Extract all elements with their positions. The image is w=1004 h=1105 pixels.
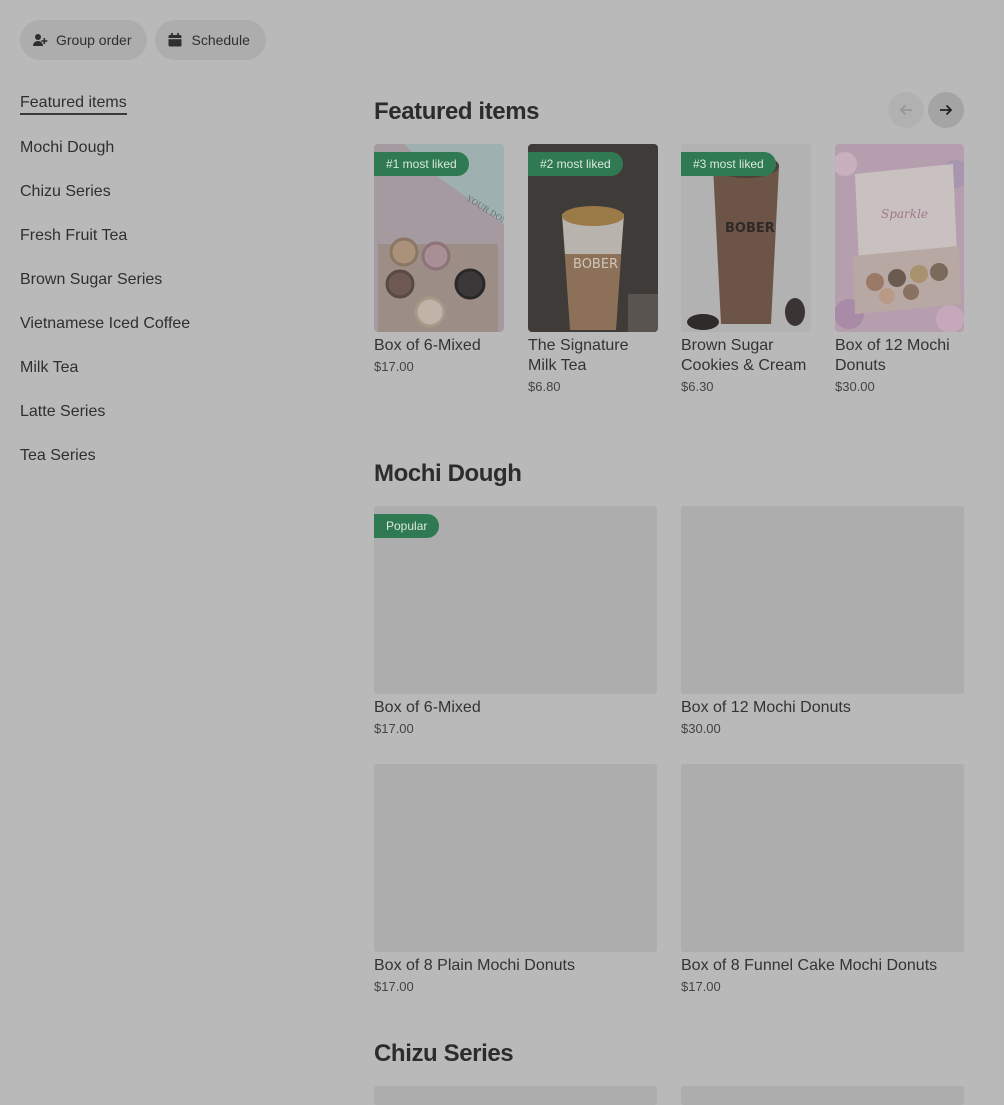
svg-text:Sparkle: Sparkle	[881, 207, 928, 221]
store-menu-page: Group order Schedule Featured items Moch…	[0, 0, 1004, 1105]
menu-item-name: Box of 12 Mochi Donuts	[681, 699, 851, 716]
menu-item-card[interactable]	[681, 1086, 964, 1105]
sidebar-item-label: Milk Tea	[20, 359, 79, 376]
menu-main: Featured items YOUR DONUT #1 most liked …	[374, 90, 964, 1105]
featured-item-price: $6.80	[528, 379, 561, 394]
sidebar-item-milk-tea[interactable]: Milk Tea	[20, 346, 320, 390]
product-image: Sparkle	[835, 144, 964, 332]
svg-text:BOBER: BOBER	[725, 221, 775, 236]
menu-item-card[interactable]: Box of 8 Funnel Cake Mochi Donuts $17.00	[681, 764, 964, 994]
popular-badge: Popular	[374, 514, 440, 538]
menu-item-price: $17.00	[374, 721, 414, 736]
top-actions: Group order Schedule	[20, 20, 266, 60]
featured-item-price: $6.30	[681, 379, 714, 394]
chizu-series-section: Chizu Series	[374, 1040, 964, 1105]
sidebar-item-label: Vietnamese Iced Coffee	[20, 315, 191, 332]
featured-card[interactable]: BOBER #2 most liked The Signature Milk T…	[528, 144, 658, 394]
sidebar-item-label: Fresh Fruit Tea	[20, 227, 128, 244]
carousel-controls	[888, 92, 964, 128]
sidebar-item-label: Chizu Series	[20, 183, 111, 200]
sidebar-item-label: Tea Series	[20, 447, 96, 464]
product-image: BOBER #3 most liked	[681, 144, 811, 332]
section-title: Mochi Dough	[374, 460, 522, 487]
product-image-placeholder	[681, 506, 964, 694]
svg-text:BOBER: BOBER	[573, 257, 618, 272]
featured-item-price: $30.00	[835, 379, 875, 394]
sidebar-item-fresh-fruit-tea[interactable]: Fresh Fruit Tea	[20, 214, 320, 258]
carousel-next-button[interactable]	[928, 92, 964, 128]
featured-title: Featured items	[374, 98, 540, 125]
schedule-button[interactable]: Schedule	[155, 20, 266, 60]
menu-item-price: $17.00	[681, 979, 721, 994]
calendar-icon	[167, 32, 183, 48]
product-image-placeholder: Popular	[374, 506, 657, 694]
featured-card[interactable]: YOUR DONUT #1 most liked Box of 6-Mixed …	[374, 144, 504, 374]
sidebar-item-featured-items[interactable]: Featured items	[20, 82, 320, 126]
product-image-placeholder	[681, 764, 964, 952]
featured-badge: #3 most liked	[681, 152, 776, 176]
featured-item-name: The Signature Milk Tea	[528, 337, 629, 374]
menu-item-card[interactable]	[374, 1086, 657, 1105]
sidebar-item-label: Brown Sugar Series	[20, 271, 163, 288]
featured-item-name: Brown Sugar Cookies & Cream	[681, 337, 807, 374]
product-image: YOUR DONUT #1 most liked	[374, 144, 504, 332]
product-image-placeholder	[374, 1086, 657, 1105]
sidebar-item-label: Mochi Dough	[20, 139, 115, 156]
featured-header: Featured items	[374, 90, 964, 132]
menu-item-card[interactable]: Box of 8 Plain Mochi Donuts $17.00	[374, 764, 657, 994]
sidebar-item-mochi-dough[interactable]: Mochi Dough	[20, 126, 320, 170]
sidebar-item-vietnamese-iced-coffee[interactable]: Vietnamese Iced Coffee	[20, 302, 320, 346]
featured-badge: #1 most liked	[374, 152, 469, 176]
arrow-left-icon	[899, 104, 912, 116]
category-sidebar: Featured items Mochi Dough Chizu Series …	[20, 82, 320, 478]
menu-item-card[interactable]: Box of 12 Mochi Donuts $30.00	[681, 506, 964, 736]
add-person-icon	[32, 32, 48, 48]
featured-card[interactable]: Sparkle Box of 12 Mochi Donuts $30.00	[835, 144, 964, 394]
menu-item-name: Box of 8 Funnel Cake Mochi Donuts	[681, 957, 938, 974]
product-image-placeholder	[374, 764, 657, 952]
featured-item-price: $17.00	[374, 359, 414, 374]
featured-item-name: Box of 6-Mixed	[374, 337, 481, 354]
mochi-dough-section: Mochi Dough Popular Box of 6-Mixed $17.0…	[374, 460, 964, 994]
sidebar-item-latte-series[interactable]: Latte Series	[20, 390, 320, 434]
menu-item-price: $30.00	[681, 721, 721, 736]
featured-carousel: YOUR DONUT #1 most liked Box of 6-Mixed …	[374, 144, 964, 404]
featured-card[interactable]: BOBER #3 most liked Brown Sugar Cookies …	[681, 144, 811, 394]
group-order-button[interactable]: Group order	[20, 20, 148, 60]
sidebar-item-label: Latte Series	[20, 403, 106, 420]
schedule-label: Schedule	[191, 32, 250, 48]
sidebar-item-brown-sugar-series[interactable]: Brown Sugar Series	[20, 258, 320, 302]
featured-badge: #2 most liked	[528, 152, 623, 176]
product-image-placeholder	[681, 1086, 964, 1105]
sidebar-item-label: Featured items	[20, 94, 127, 115]
carousel-prev-button[interactable]	[888, 92, 924, 128]
menu-item-name: Box of 6-Mixed	[374, 699, 481, 716]
featured-item-name: Box of 12 Mochi Donuts	[835, 337, 950, 374]
group-order-label: Group order	[56, 32, 132, 48]
section-title: Chizu Series	[374, 1040, 514, 1067]
product-image: BOBER #2 most liked	[528, 144, 658, 332]
menu-item-card[interactable]: Popular Box of 6-Mixed $17.00	[374, 506, 657, 736]
sidebar-item-chizu-series[interactable]: Chizu Series	[20, 170, 320, 214]
arrow-right-icon	[940, 104, 953, 116]
sidebar-item-tea-series[interactable]: Tea Series	[20, 434, 320, 478]
menu-item-name: Box of 8 Plain Mochi Donuts	[374, 957, 575, 974]
menu-item-price: $17.00	[374, 979, 414, 994]
